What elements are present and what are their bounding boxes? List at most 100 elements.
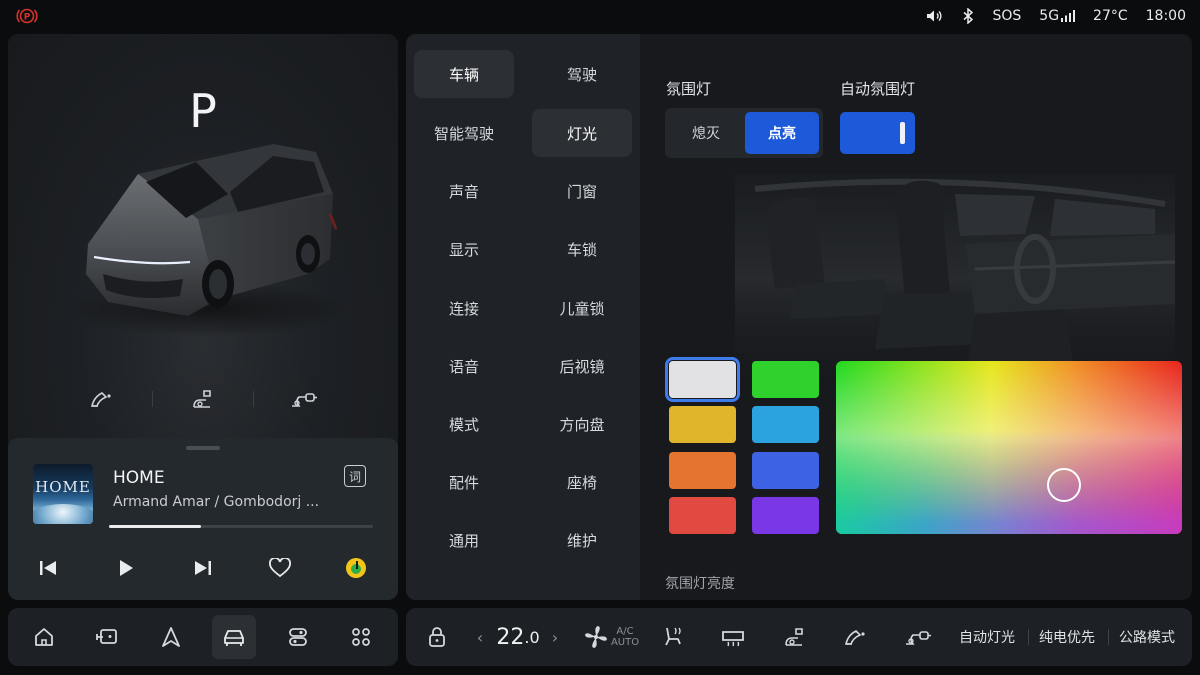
dock-navigation[interactable] — [149, 615, 193, 659]
door-open-icon — [91, 392, 111, 407]
menu-item[interactable]: 配件 — [414, 458, 514, 506]
color-swatch[interactable] — [669, 497, 736, 534]
app-dock — [8, 608, 398, 666]
drag-handle[interactable] — [186, 446, 220, 450]
sos-button[interactable]: SOS — [992, 8, 1021, 24]
color-swatch[interactable] — [665, 357, 740, 402]
progress-bar[interactable] — [109, 525, 373, 528]
music-app-button[interactable] — [336, 548, 376, 588]
screen-cast-icon — [96, 629, 117, 644]
favorite-button[interactable] — [260, 548, 300, 588]
rear-defrost-button[interactable] — [718, 608, 748, 666]
menu-item[interactable]: 通用 — [414, 516, 514, 564]
color-swatch[interactable] — [752, 497, 819, 534]
menu-item[interactable]: 儿童锁 — [532, 284, 632, 332]
road-mode-button[interactable]: 公路模式 — [1116, 608, 1178, 666]
ambient-light-switch: 熄灭 点亮 — [665, 108, 823, 158]
dock-home[interactable] — [22, 615, 66, 659]
bluetooth-icon[interactable] — [962, 8, 974, 24]
cabin-interior-image — [735, 174, 1175, 384]
auto-lights-button[interactable]: 自动灯光 — [956, 608, 1018, 666]
quick-action-3[interactable] — [254, 379, 354, 419]
ambient-light-label: 氛围灯 — [666, 80, 712, 98]
menu-item[interactable]: 后视镜 — [532, 342, 632, 390]
skip-next-icon — [195, 561, 211, 575]
temperature-display[interactable]: 22.0 — [492, 608, 544, 666]
dock-screen-cast[interactable] — [85, 615, 129, 659]
vehicle-icon — [224, 630, 244, 646]
fan-button[interactable] — [582, 608, 610, 666]
album-art[interactable]: HOME — [33, 464, 93, 524]
menu-item[interactable]: 声音 — [414, 167, 514, 215]
menu-item[interactable]: 维护 — [532, 516, 632, 564]
signal-icon — [1061, 10, 1076, 22]
temp-decrease-button[interactable]: ‹ — [472, 608, 488, 666]
menu-item[interactable]: 方向盘 — [532, 400, 632, 448]
ev-priority-button[interactable]: 纯电优先 — [1036, 608, 1098, 666]
menu-item[interactable]: 灯光 — [532, 109, 632, 157]
navigation-icon — [162, 627, 180, 647]
dock-vehicle[interactable] — [212, 615, 256, 659]
tow-hook-button[interactable] — [902, 608, 934, 666]
color-swatch[interactable] — [669, 406, 736, 443]
volume-icon[interactable] — [926, 9, 944, 23]
quick-action-1[interactable] — [52, 379, 152, 419]
apps-icon — [352, 628, 370, 646]
ambient-on-option[interactable]: 点亮 — [745, 112, 819, 154]
temperature-value: 22 — [496, 624, 525, 650]
color-swatch[interactable] — [752, 361, 819, 398]
menu-item[interactable]: 门窗 — [532, 167, 632, 215]
menu-item[interactable]: 座椅 — [532, 458, 632, 506]
lock-icon — [429, 627, 445, 647]
menu-item[interactable]: 模式 — [414, 400, 514, 448]
media-player: HOME HOME Armand Amar / Gombodorj ... 词 — [8, 438, 398, 600]
previous-button[interactable] — [28, 548, 68, 588]
music-app-icon — [346, 558, 366, 578]
outside-temperature: 27°C — [1093, 8, 1128, 24]
vehicle-image[interactable] — [68, 134, 358, 344]
color-picker-cursor[interactable] — [1047, 468, 1081, 502]
charge-port-button[interactable] — [780, 608, 810, 666]
dock-controls[interactable] — [276, 615, 320, 659]
color-swatch[interactable] — [752, 452, 819, 489]
temperature-decimal: .0 — [524, 627, 540, 647]
play-icon — [120, 560, 133, 576]
ac-auto-button[interactable]: A/C AUTO — [610, 608, 640, 666]
menu-item[interactable]: 显示 — [414, 225, 514, 273]
dock-apps[interactable] — [339, 615, 383, 659]
tow-hook-icon — [292, 393, 317, 407]
lock-button[interactable] — [424, 608, 450, 666]
heart-icon — [269, 558, 291, 578]
door-button[interactable] — [841, 608, 871, 666]
clock: 18:00 — [1145, 8, 1186, 24]
ambient-off-option[interactable]: 熄灭 — [669, 112, 743, 154]
quick-action-2[interactable] — [153, 379, 253, 419]
controls-icon — [289, 628, 307, 646]
auto-ambient-light-label: 自动氛围灯 — [840, 80, 916, 98]
tow-hook-icon — [906, 631, 931, 645]
menu-item[interactable]: 语音 — [414, 342, 514, 390]
divider — [1108, 629, 1109, 645]
vehicle-quick-actions — [8, 379, 398, 419]
color-picker[interactable] — [836, 361, 1182, 534]
media-controls — [8, 548, 398, 588]
lyrics-label: 词 — [348, 469, 361, 484]
menu-item[interactable]: 车辆 — [414, 50, 514, 98]
temp-increase-button[interactable]: › — [547, 608, 563, 666]
seat-heat-button[interactable] — [658, 608, 688, 666]
menu-item[interactable]: 智能驾驶 — [414, 109, 514, 157]
lyrics-button[interactable]: 词 — [344, 465, 366, 487]
auto-label: AUTO — [610, 637, 640, 648]
network-indicator: 5G — [1039, 8, 1076, 24]
song-artist: Armand Amar / Gombodorj ... — [113, 494, 320, 510]
auto-ambient-toggle[interactable] — [840, 112, 915, 154]
menu-item[interactable]: 连接 — [414, 284, 514, 332]
play-button[interactable] — [106, 548, 146, 588]
menu-item[interactable]: 驾驶 — [532, 50, 632, 98]
color-swatch[interactable] — [752, 406, 819, 443]
climate-dock: ‹ 22.0 › A/C AUTO 自动灯光 纯电优先 公路模式 — [406, 608, 1192, 666]
color-swatch[interactable] — [669, 452, 736, 489]
menu-item[interactable]: 车锁 — [532, 225, 632, 273]
next-button[interactable] — [183, 548, 223, 588]
charging-port-icon — [193, 390, 211, 408]
